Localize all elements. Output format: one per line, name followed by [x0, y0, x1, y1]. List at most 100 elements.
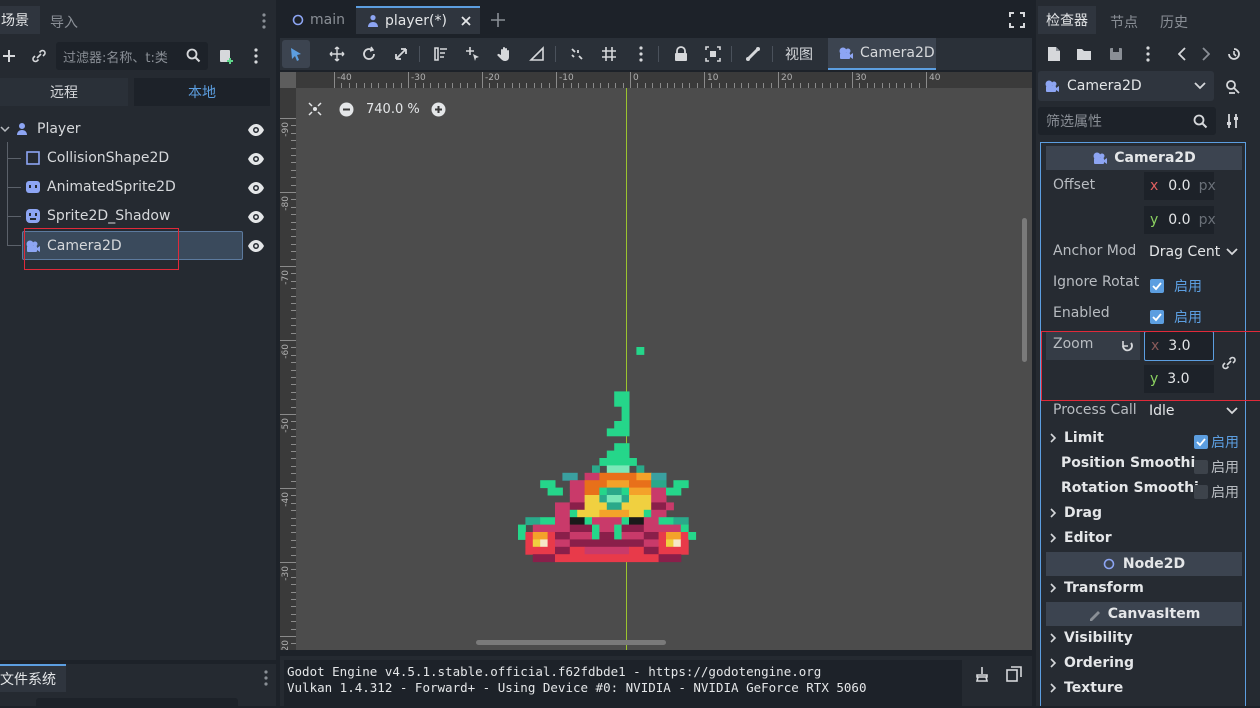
import-tab[interactable]: 导入 [50, 12, 78, 32]
visibility-eye-icon[interactable] [247, 121, 265, 139]
new-tab-button[interactable] [490, 12, 506, 28]
save-resource-button[interactable] [1106, 44, 1126, 64]
collapse-arrow-icon[interactable] [0, 124, 10, 134]
drag-section[interactable]: Drag [1046, 501, 1242, 525]
sprite-pixel [614, 421, 630, 429]
clear-output-button[interactable] [972, 664, 992, 684]
sprite-pixel [592, 524, 600, 533]
rotate-mode-button[interactable] [358, 42, 380, 66]
ruler-tick [280, 340, 296, 341]
node-info-button[interactable] [1222, 76, 1244, 98]
smart-snap-button[interactable] [566, 42, 588, 66]
transform-section[interactable]: Transform [1046, 576, 1242, 600]
list-select-button[interactable] [430, 42, 452, 66]
sprite-pixel [614, 391, 630, 407]
visibility-eye-icon[interactable] [247, 150, 265, 168]
inspected-node-selector[interactable]: Camera2D [1038, 71, 1214, 101]
group-button[interactable] [702, 42, 724, 66]
lock-button[interactable] [670, 42, 692, 66]
tab-history[interactable]: 历史 [1160, 12, 1188, 32]
property-filter-field[interactable]: 筛选属性 [1038, 107, 1216, 135]
history-menu-button[interactable] [1224, 44, 1244, 64]
ruler-mode-button[interactable] [526, 42, 548, 66]
distraction-free-button[interactable] [1009, 12, 1025, 28]
add-node-button[interactable] [0, 44, 18, 68]
pan-mode-button[interactable] [494, 42, 516, 66]
bone-button[interactable] [742, 42, 764, 66]
tab-node[interactable]: 节点 [1110, 12, 1138, 32]
sprite-pixel [614, 443, 630, 452]
editor-section[interactable]: Editor [1046, 526, 1242, 550]
canvas-viewport[interactable] [296, 88, 1032, 650]
tab-inspector[interactable]: 检查器 [1038, 6, 1096, 34]
canvasitem-section-header[interactable]: CanvasItem [1046, 602, 1242, 626]
sprite-pixel [606, 465, 630, 474]
chevron-right-icon [1050, 683, 1057, 693]
visibility-section[interactable]: Visibility [1046, 626, 1242, 650]
local-tab[interactable]: 本地 [134, 78, 270, 106]
scale-mode-button[interactable] [390, 42, 412, 66]
tree-item-collisionshape2d[interactable]: CollisionShape2D [0, 143, 272, 172]
sprite-pixel [562, 472, 578, 481]
visibility-eye-icon[interactable] [247, 179, 265, 197]
filesystem-menu-icon[interactable] [262, 669, 270, 687]
position-smoothing-checkbox[interactable]: 启用 [1194, 457, 1239, 477]
camera-preview-button[interactable]: Camera2D [828, 38, 936, 70]
sprite-pixel [658, 546, 689, 555]
remote-tab[interactable]: 远程 [0, 78, 128, 106]
rotation-smoothing-checkbox[interactable]: 启用 [1194, 482, 1239, 502]
cursor-icon [291, 48, 301, 61]
instance-scene-button[interactable] [28, 44, 50, 68]
filesystem-path-field[interactable] [36, 698, 238, 708]
zoom-level[interactable]: 740.0 % [366, 101, 420, 117]
select-mode-button[interactable] [282, 40, 310, 68]
offset-y-field[interactable]: y 0.0 px [1144, 206, 1216, 234]
camera2d-section-header[interactable]: Camera2D [1046, 146, 1242, 170]
ordering-section[interactable]: Ordering [1046, 651, 1242, 675]
view-menu[interactable]: 视图 [785, 44, 813, 64]
enabled-checkbox[interactable]: 启用 [1150, 307, 1202, 327]
filesystem-tab[interactable]: 文件系统 [0, 664, 66, 692]
anchor-mode-dropdown[interactable]: Drag Cent [1144, 239, 1242, 265]
zoom-out-button[interactable] [337, 100, 355, 118]
visibility-eye-icon[interactable] [247, 237, 265, 255]
sprite-pixel [584, 487, 600, 496]
tree-item-animatedsprite2d[interactable]: AnimatedSprite2D [0, 172, 272, 201]
ignore-rotation-checkbox[interactable]: 启用 [1150, 276, 1202, 296]
v-scrollbar[interactable] [1022, 218, 1027, 362]
snap-options-icon[interactable] [637, 45, 645, 63]
scene-tab[interactable]: 场景 [0, 6, 40, 34]
move-mode-button[interactable] [326, 42, 348, 66]
grid-snap-button[interactable] [598, 42, 620, 66]
attach-script-button[interactable] [216, 44, 236, 68]
limit-enabled-checkbox[interactable]: 启用 [1194, 432, 1239, 452]
offset-x-field[interactable]: x 0.0 px [1144, 172, 1216, 200]
close-icon[interactable] [460, 15, 472, 27]
resource-menu-icon[interactable] [1144, 45, 1152, 63]
history-back-button[interactable] [1174, 44, 1190, 64]
tab-player[interactable]: player(*) [356, 6, 480, 34]
sprite-pixel [643, 532, 660, 540]
scene-more-icon[interactable] [252, 47, 260, 65]
texture-section[interactable]: Texture [1046, 676, 1242, 700]
sprite-pixel [673, 539, 682, 548]
sprite-pixel [547, 539, 556, 548]
tree-item-player[interactable]: Player [0, 114, 272, 143]
pivot-mode-button[interactable] [462, 42, 484, 66]
process-callback-dropdown[interactable]: Idle [1144, 398, 1242, 424]
center-view-button[interactable] [306, 100, 324, 118]
copy-output-button[interactable] [1004, 664, 1024, 684]
chevron-right-icon [1050, 583, 1057, 593]
node2d-section-header[interactable]: Node2D [1046, 552, 1242, 576]
dock-menu-icon[interactable] [260, 12, 268, 30]
visibility-eye-icon[interactable] [247, 208, 265, 226]
h-scrollbar[interactable] [476, 640, 666, 645]
tab-main[interactable]: main [284, 6, 354, 34]
toolbar-separator [658, 46, 659, 62]
history-forward-button[interactable] [1198, 44, 1214, 64]
new-resource-button[interactable] [1044, 44, 1064, 64]
zoom-in-button[interactable] [429, 100, 447, 118]
tree-item-sprite2d-shadow[interactable]: Sprite2D_Shadow [0, 201, 272, 230]
property-tools-button[interactable] [1222, 110, 1244, 132]
open-resource-button[interactable] [1074, 44, 1094, 64]
